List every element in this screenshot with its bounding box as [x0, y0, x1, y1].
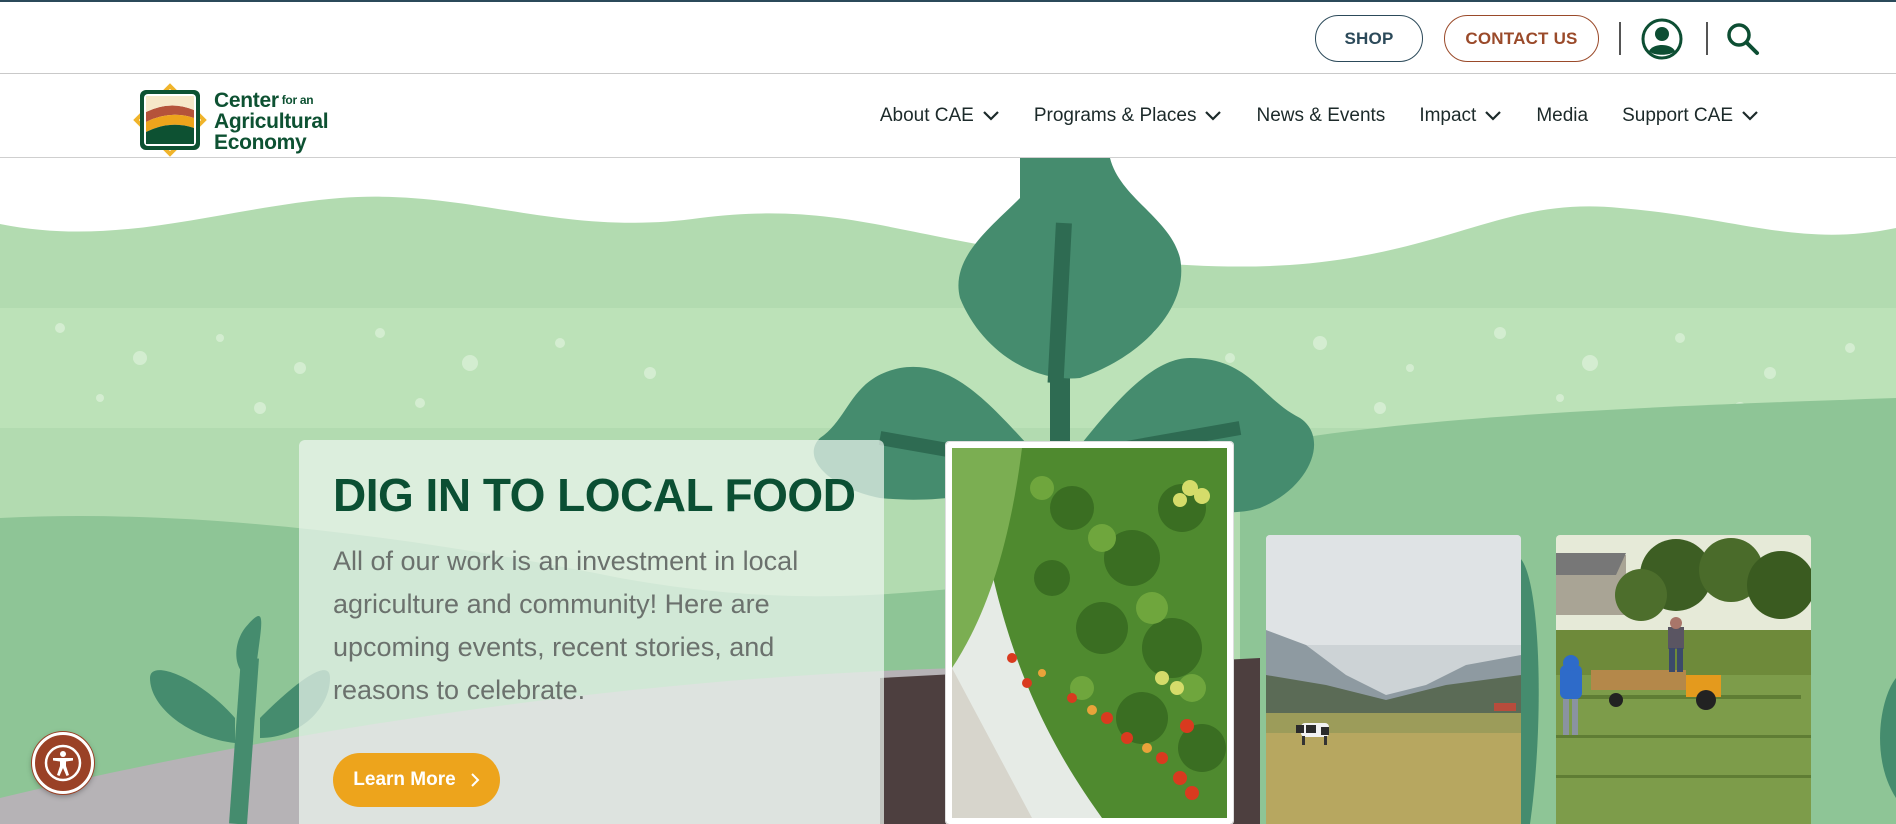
logo-line1: Center	[214, 89, 279, 112]
greenhouse-image	[952, 448, 1227, 818]
chevron-down-icon	[1205, 111, 1222, 121]
pasture-image	[1266, 535, 1521, 824]
hero-section: DIG IN TO LOCAL FOOD All of our work is …	[0, 158, 1896, 824]
account-icon[interactable]	[1641, 18, 1683, 60]
logo-line1-small: for an	[281, 93, 314, 107]
primary-nav: About CAE Programs & Places News & Event…	[846, 74, 1759, 158]
pasture-cow-photo	[1266, 535, 1521, 824]
divider	[1706, 22, 1708, 55]
hero-body: All of our work is an investment in loca…	[333, 546, 799, 705]
contact-us-button[interactable]: CONTACT US	[1444, 15, 1599, 62]
accessibility-icon	[44, 744, 82, 782]
accessibility-button[interactable]	[32, 732, 94, 794]
logo-text: Center for an Agricultural Economy	[214, 89, 329, 154]
nav-item-media[interactable]: Media	[1536, 105, 1588, 127]
chevron-down-icon	[1742, 111, 1758, 121]
search-icon[interactable]	[1726, 22, 1760, 56]
hero-title: DIG IN TO LOCAL FOOD	[333, 469, 856, 521]
nav-label: News & Events	[1256, 105, 1386, 126]
chevron-right-icon	[470, 773, 480, 787]
learn-more-label: Learn More	[353, 769, 456, 790]
nav-item-about[interactable]: About CAE	[880, 105, 1000, 127]
divider	[1619, 22, 1621, 55]
logo-line3: Economy	[214, 131, 307, 154]
chevron-down-icon	[983, 111, 999, 121]
nav-label: Programs & Places	[1033, 105, 1197, 126]
nav-label: Media	[1536, 105, 1589, 126]
farm-tractor-photo	[1556, 535, 1811, 824]
learn-more-button[interactable]: Learn More	[333, 753, 500, 807]
nav-item-news-events[interactable]: News & Events	[1256, 105, 1385, 127]
logo-line2: Agricultural	[214, 110, 329, 133]
main-nav: Center for an Agricultural Economy About …	[0, 74, 1896, 158]
chevron-down-icon	[1485, 111, 1502, 121]
nav-label: About CAE	[879, 105, 974, 126]
shop-button[interactable]: SHOP	[1315, 15, 1423, 62]
nav-label: Impact	[1419, 105, 1477, 126]
greenhouse-tomatoes-photo	[946, 442, 1233, 824]
utility-bar: SHOP CONTACT US	[0, 0, 1896, 74]
farm-image	[1556, 535, 1811, 824]
logo-mark-icon	[133, 83, 207, 157]
nav-label: Support CAE	[1622, 105, 1733, 126]
nav-item-programs[interactable]: Programs & Places	[1034, 105, 1223, 127]
nav-item-impact[interactable]: Impact	[1419, 105, 1502, 127]
site-logo[interactable]: Center for an Agricultural Economy	[132, 80, 337, 158]
promo-card: DIG IN TO LOCAL FOOD All of our work is …	[299, 440, 884, 824]
nav-item-support[interactable]: Support CAE	[1622, 105, 1759, 127]
